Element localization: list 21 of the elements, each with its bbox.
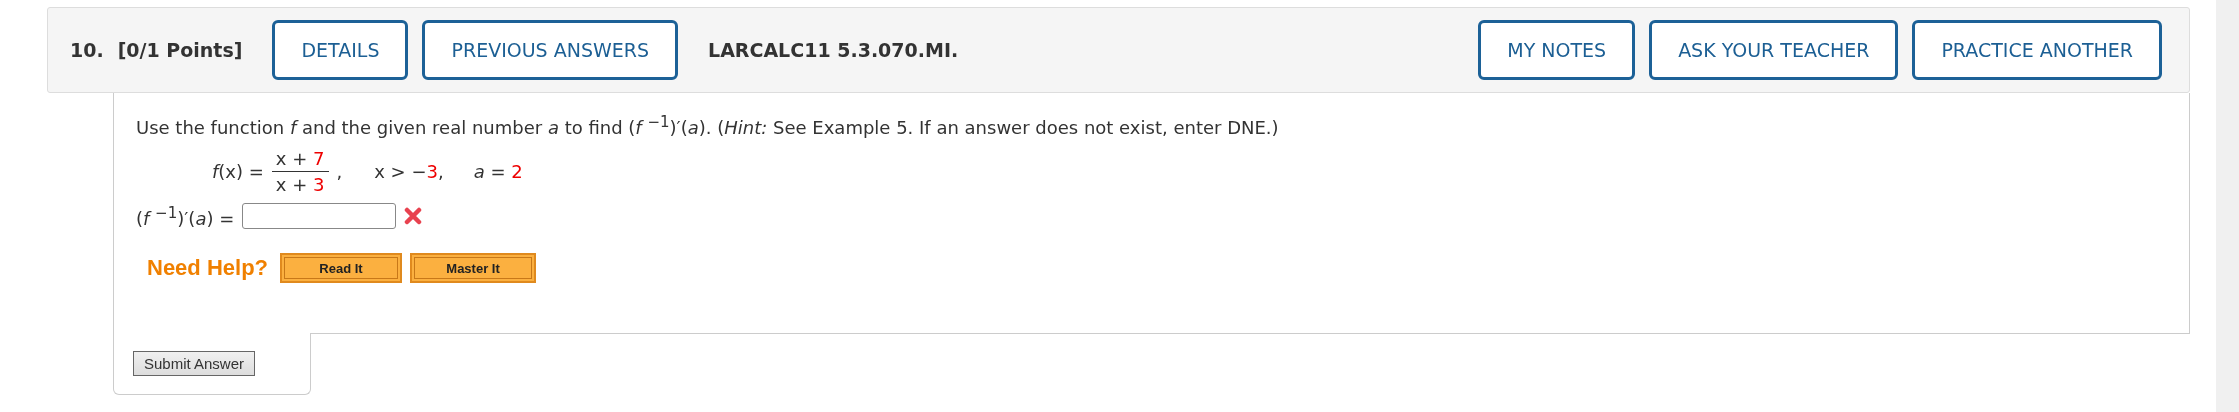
need-help-label: Need Help?	[147, 255, 269, 281]
given-value: a = 2	[473, 161, 523, 182]
header-button[interactable]: ASK YOUR TEACHER	[1649, 20, 1899, 80]
comma: ,	[336, 161, 343, 182]
points-label: [0/1 Points]	[117, 39, 243, 61]
answer-label: (f $^{−1}$)′(a) =	[136, 203, 235, 229]
help-button[interactable]: Master It	[410, 253, 537, 283]
answer-field[interactable]	[242, 203, 397, 229]
fraction-numerator: x + 7	[271, 148, 329, 172]
header-button[interactable]: PRACTICE ANOTHER	[1912, 20, 2162, 80]
submit-button[interactable]: Submit Answer	[133, 351, 256, 376]
fraction-denominator: x + 3	[274, 173, 326, 195]
header-button[interactable]: MY NOTES	[1478, 20, 1636, 80]
header-button[interactable]: PREVIOUS ANSWERS	[422, 20, 679, 80]
help-button[interactable]: Read It	[280, 253, 403, 283]
function-label: f(x) =	[212, 161, 264, 182]
question-number: 10.	[70, 39, 104, 61]
header-button[interactable]: DETAILS	[272, 20, 409, 80]
domain-condition: x > −3,	[374, 161, 444, 182]
question-text: Use the function f and the given real number a to find (f $^{−1}$)′(a). (Hint: See Example 5. If an answer does not exist, enter DNE.)	[136, 113, 1280, 138]
problem-id: LARCALC11 5.3.070.MI.	[708, 39, 959, 61]
